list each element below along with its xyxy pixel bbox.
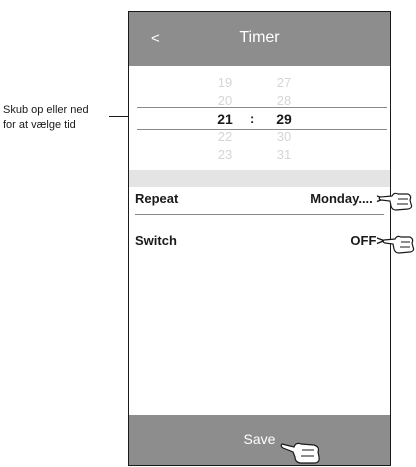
time-picker[interactable]: 19 20 21 22 23 : 27 28 29 30 31 [129,66,390,170]
switch-row[interactable]: Switch OFF> [135,229,384,253]
repeat-label: Repeat [135,191,179,206]
minute-option[interactable]: 28 [264,92,304,110]
row-divider [135,214,384,215]
hour-option[interactable]: 19 [205,74,245,92]
switch-value[interactable]: OFF> [350,229,384,253]
switch-label: Switch [135,233,177,248]
hour-selected[interactable]: 21 [205,110,245,128]
hour-wheel[interactable]: 19 20 21 22 23 [205,74,245,164]
repeat-value[interactable]: Monday.... > [310,187,384,211]
phone-screen: < Timer 19 20 21 22 23 : 27 28 29 30 31 … [128,11,391,466]
minute-wheel[interactable]: 27 28 29 30 31 [264,74,304,164]
hour-option[interactable]: 23 [205,146,245,164]
save-button[interactable]: Save [129,415,390,465]
instruction-line-2: for at vælge tid [3,119,76,131]
page-title: Timer [239,29,280,46]
picker-instruction: Skub op eller ned for at vælge tid [3,103,129,133]
pointing-hand-icon [378,192,413,211]
hour-option[interactable]: 20 [205,92,245,110]
selection-line-bottom [137,129,387,130]
repeat-row[interactable]: Repeat Monday.... > [135,187,384,211]
header-bar: < Timer [129,12,390,66]
pointing-hand-icon [382,235,415,254]
minute-option[interactable]: 27 [264,74,304,92]
pointing-hand-icon [280,442,320,464]
selection-line-top [137,107,387,108]
section-divider-bar [129,170,390,187]
minute-option[interactable]: 31 [264,146,304,164]
time-separator: : [250,111,255,126]
minute-option[interactable]: 30 [264,128,304,146]
minute-selected[interactable]: 29 [264,110,304,128]
hour-option[interactable]: 22 [205,128,245,146]
